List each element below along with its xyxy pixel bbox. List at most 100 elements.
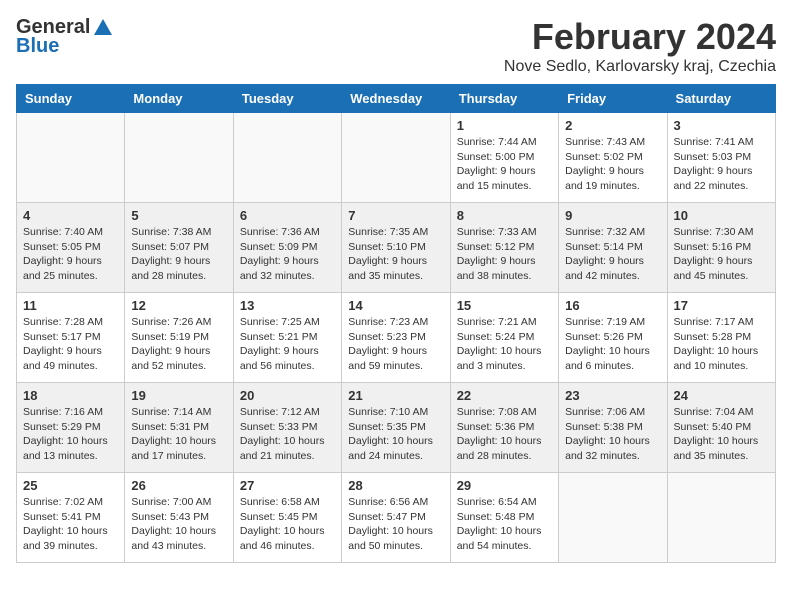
calendar-cell: 3 Sunrise: 7:41 AM Sunset: 5:03 PM Daylig… (667, 113, 775, 203)
calendar-cell (342, 113, 450, 203)
calendar-cell: 21 Sunrise: 7:10 AM Sunset: 5:35 PM Dayli… (342, 383, 450, 473)
day-info: Sunrise: 7:40 AM Sunset: 5:05 PM Dayligh… (23, 225, 118, 284)
logo-icon (92, 17, 114, 39)
day-number: 1 (457, 118, 552, 133)
day-info: Sunrise: 7:16 AM Sunset: 5:29 PM Dayligh… (23, 405, 118, 464)
calendar-cell: 26 Sunrise: 7:00 AM Sunset: 5:43 PM Dayli… (125, 473, 233, 563)
calendar-cell: 9 Sunrise: 7:32 AM Sunset: 5:14 PM Daylig… (559, 203, 667, 293)
calendar-cell: 24 Sunrise: 7:04 AM Sunset: 5:40 PM Dayli… (667, 383, 775, 473)
calendar-cell (17, 113, 125, 203)
col-header-monday: Monday (125, 85, 233, 113)
day-number: 27 (240, 478, 335, 493)
calendar-week-row: 18 Sunrise: 7:16 AM Sunset: 5:29 PM Dayli… (17, 383, 776, 473)
day-info: Sunrise: 7:33 AM Sunset: 5:12 PM Dayligh… (457, 225, 552, 284)
day-info: Sunrise: 7:35 AM Sunset: 5:10 PM Dayligh… (348, 225, 443, 284)
day-info: Sunrise: 7:28 AM Sunset: 5:17 PM Dayligh… (23, 315, 118, 374)
day-info: Sunrise: 6:58 AM Sunset: 5:45 PM Dayligh… (240, 495, 335, 554)
day-info: Sunrise: 7:06 AM Sunset: 5:38 PM Dayligh… (565, 405, 660, 464)
calendar-cell: 1 Sunrise: 7:44 AM Sunset: 5:00 PM Daylig… (450, 113, 558, 203)
day-info: Sunrise: 7:14 AM Sunset: 5:31 PM Dayligh… (131, 405, 226, 464)
calendar-cell: 2 Sunrise: 7:43 AM Sunset: 5:02 PM Daylig… (559, 113, 667, 203)
day-info: Sunrise: 7:04 AM Sunset: 5:40 PM Dayligh… (674, 405, 769, 464)
calendar-cell (125, 113, 233, 203)
day-number: 2 (565, 118, 660, 133)
col-header-sunday: Sunday (17, 85, 125, 113)
calendar-cell: 15 Sunrise: 7:21 AM Sunset: 5:24 PM Dayli… (450, 293, 558, 383)
calendar-cell: 19 Sunrise: 7:14 AM Sunset: 5:31 PM Dayli… (125, 383, 233, 473)
month-title: February 2024 (504, 16, 776, 58)
day-info: Sunrise: 7:26 AM Sunset: 5:19 PM Dayligh… (131, 315, 226, 374)
calendar-cell: 10 Sunrise: 7:30 AM Sunset: 5:16 PM Dayli… (667, 203, 775, 293)
calendar-cell: 27 Sunrise: 6:58 AM Sunset: 5:45 PM Dayli… (233, 473, 341, 563)
day-info: Sunrise: 7:08 AM Sunset: 5:36 PM Dayligh… (457, 405, 552, 464)
logo: General Blue (16, 16, 114, 58)
calendar-header-row: SundayMondayTuesdayWednesdayThursdayFrid… (17, 85, 776, 113)
day-number: 21 (348, 388, 443, 403)
calendar-week-row: 11 Sunrise: 7:28 AM Sunset: 5:17 PM Dayli… (17, 293, 776, 383)
day-number: 23 (565, 388, 660, 403)
day-number: 4 (23, 208, 118, 223)
day-info: Sunrise: 7:12 AM Sunset: 5:33 PM Dayligh… (240, 405, 335, 464)
calendar-cell: 13 Sunrise: 7:25 AM Sunset: 5:21 PM Dayli… (233, 293, 341, 383)
day-number: 8 (457, 208, 552, 223)
calendar-cell: 4 Sunrise: 7:40 AM Sunset: 5:05 PM Daylig… (17, 203, 125, 293)
day-number: 18 (23, 388, 118, 403)
calendar-cell: 25Sunrise: 7:02 AM Sunset: 5:41 PM Dayli… (17, 473, 125, 563)
day-number: 3 (674, 118, 769, 133)
calendar-cell: 16 Sunrise: 7:19 AM Sunset: 5:26 PM Dayli… (559, 293, 667, 383)
day-number: 17 (674, 298, 769, 313)
day-info: Sunrise: 7:36 AM Sunset: 5:09 PM Dayligh… (240, 225, 335, 284)
page-header: General Blue February 2024 Nove Sedlo, K… (16, 16, 776, 76)
day-info: Sunrise: 7:25 AM Sunset: 5:21 PM Dayligh… (240, 315, 335, 374)
calendar-cell: 23 Sunrise: 7:06 AM Sunset: 5:38 PM Dayli… (559, 383, 667, 473)
day-number: 28 (348, 478, 443, 493)
day-info: Sunrise: 7:17 AM Sunset: 5:28 PM Dayligh… (674, 315, 769, 374)
calendar-cell: 5Sunrise: 7:38 AM Sunset: 5:07 PM Daylig… (125, 203, 233, 293)
location-title: Nove Sedlo, Karlovarsky kraj, Czechia (504, 58, 776, 76)
day-info: Sunrise: 7:30 AM Sunset: 5:16 PM Dayligh… (674, 225, 769, 284)
calendar-cell: 12 Sunrise: 7:26 AM Sunset: 5:19 PM Dayli… (125, 293, 233, 383)
day-number: 24 (674, 388, 769, 403)
col-header-tuesday: Tuesday (233, 85, 341, 113)
day-number: 29 (457, 478, 552, 493)
day-info: Sunrise: 7:19 AM Sunset: 5:26 PM Dayligh… (565, 315, 660, 374)
day-number: 19 (131, 388, 226, 403)
day-number: 15 (457, 298, 552, 313)
day-info: Sunrise: 7:21 AM Sunset: 5:24 PM Dayligh… (457, 315, 552, 374)
day-info: Sunrise: 7:41 AM Sunset: 5:03 PM Dayligh… (674, 135, 769, 194)
day-number: 6 (240, 208, 335, 223)
day-number: 7 (348, 208, 443, 223)
day-number: 9 (565, 208, 660, 223)
title-area: February 2024 Nove Sedlo, Karlovarsky kr… (504, 16, 776, 76)
day-number: 26 (131, 478, 226, 493)
logo-blue: Blue (16, 35, 59, 58)
day-info: Sunrise: 7:32 AM Sunset: 5:14 PM Dayligh… (565, 225, 660, 284)
day-info: Sunrise: 7:10 AM Sunset: 5:35 PM Dayligh… (348, 405, 443, 464)
calendar-cell: 14Sunrise: 7:23 AM Sunset: 5:23 PM Dayli… (342, 293, 450, 383)
day-info: Sunrise: 7:43 AM Sunset: 5:02 PM Dayligh… (565, 135, 660, 194)
calendar-week-row: 1 Sunrise: 7:44 AM Sunset: 5:00 PM Daylig… (17, 113, 776, 203)
calendar-cell: 17 Sunrise: 7:17 AM Sunset: 5:28 PM Dayli… (667, 293, 775, 383)
calendar-cell: 11 Sunrise: 7:28 AM Sunset: 5:17 PM Dayli… (17, 293, 125, 383)
day-info: Sunrise: 6:54 AM Sunset: 5:48 PM Dayligh… (457, 495, 552, 554)
day-number: 13 (240, 298, 335, 313)
day-number: 20 (240, 388, 335, 403)
calendar-cell: 20 Sunrise: 7:12 AM Sunset: 5:33 PM Dayli… (233, 383, 341, 473)
day-info: Sunrise: 7:00 AM Sunset: 5:43 PM Dayligh… (131, 495, 226, 554)
day-number: 10 (674, 208, 769, 223)
day-number: 14 (348, 298, 443, 313)
day-number: 11 (23, 298, 118, 313)
calendar-cell: 18 Sunrise: 7:16 AM Sunset: 5:29 PM Dayli… (17, 383, 125, 473)
day-info: Sunrise: 7:02 AM Sunset: 5:41 PM Dayligh… (23, 495, 118, 554)
calendar-cell: 8 Sunrise: 7:33 AM Sunset: 5:12 PM Daylig… (450, 203, 558, 293)
calendar-cell: 22Sunrise: 7:08 AM Sunset: 5:36 PM Dayli… (450, 383, 558, 473)
day-info: Sunrise: 6:56 AM Sunset: 5:47 PM Dayligh… (348, 495, 443, 554)
day-number: 12 (131, 298, 226, 313)
day-number: 16 (565, 298, 660, 313)
col-header-friday: Friday (559, 85, 667, 113)
day-info: Sunrise: 7:44 AM Sunset: 5:00 PM Dayligh… (457, 135, 552, 194)
calendar-cell: 29 Sunrise: 6:54 AM Sunset: 5:48 PM Dayli… (450, 473, 558, 563)
calendar-cell: 6 Sunrise: 7:36 AM Sunset: 5:09 PM Daylig… (233, 203, 341, 293)
day-number: 5 (131, 208, 226, 223)
calendar-week-row: 25Sunrise: 7:02 AM Sunset: 5:41 PM Dayli… (17, 473, 776, 563)
